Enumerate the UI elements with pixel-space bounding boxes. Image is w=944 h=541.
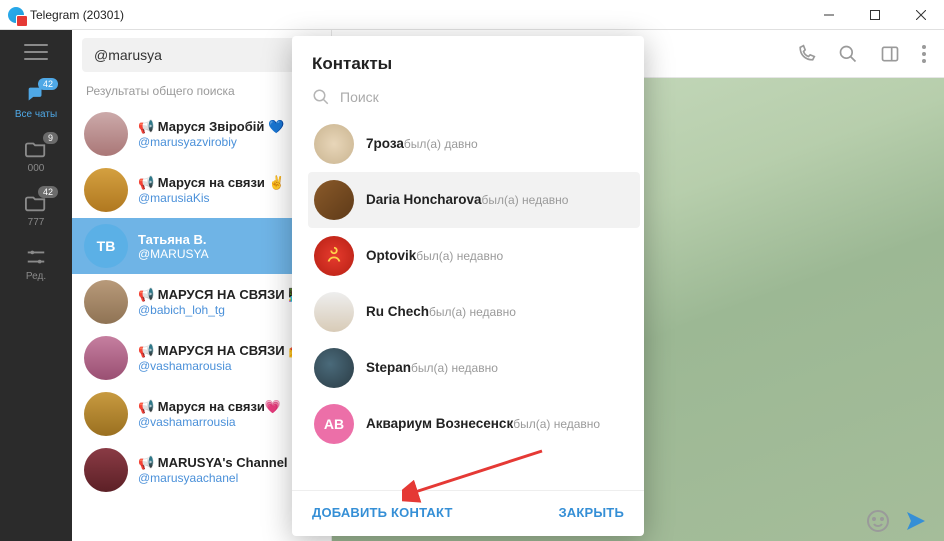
avatar	[314, 292, 354, 332]
search-icon	[312, 88, 330, 106]
contact-name: Ru Chech	[366, 304, 429, 319]
modal-title: Контакты	[292, 36, 644, 84]
contact-status: был(а) недавно	[429, 305, 516, 319]
contact-status: был(а) недавно	[411, 361, 498, 375]
add-contact-button[interactable]: ДОБАВИТЬ КОНТАКТ	[312, 505, 453, 520]
contact-item[interactable]: 7розабыл(а) давно	[308, 116, 640, 172]
avatar	[314, 180, 354, 220]
contact-item[interactable]: АВ Аквариум Вознесенскбыл(а) недавно	[308, 396, 640, 452]
contact-status: был(а) недавно	[416, 249, 503, 263]
contact-name: Аквариум Вознесенск	[366, 416, 513, 431]
avatar	[314, 124, 354, 164]
contact-name: Stepan	[366, 360, 411, 375]
avatar	[314, 236, 354, 276]
contacts-modal: Контакты 7розабыл(а) давно Daria Honchar…	[292, 36, 644, 536]
contact-item[interactable]: Optovikбыл(а) недавно	[308, 228, 640, 284]
contact-name: Daria Honcharova	[366, 192, 482, 207]
contact-item[interactable]: Stepanбыл(а) недавно	[308, 340, 640, 396]
close-modal-button[interactable]: ЗАКРЫТЬ	[558, 505, 624, 520]
contact-status: был(а) давно	[404, 137, 478, 151]
contact-name: 7роза	[366, 136, 404, 151]
contact-status: был(а) недавно	[513, 417, 600, 431]
avatar: АВ	[314, 404, 354, 444]
contact-name: Optovik	[366, 248, 416, 263]
contact-item[interactable]: Daria Honcharovaбыл(а) недавно	[308, 172, 640, 228]
contact-status: был(а) недавно	[482, 193, 569, 207]
contacts-search-input[interactable]	[340, 89, 624, 105]
contacts-list[interactable]: 7розабыл(а) давно Daria Honcharovaбыл(а)…	[292, 116, 644, 490]
avatar	[314, 348, 354, 388]
contact-item[interactable]: Ru Chechбыл(а) недавно	[308, 284, 640, 340]
